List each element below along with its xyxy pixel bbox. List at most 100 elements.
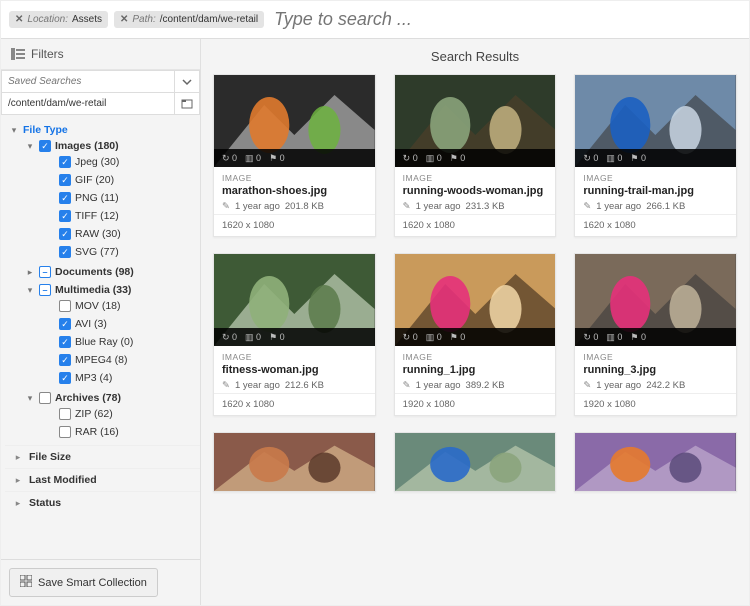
asset-thumbnail[interactable]: ↻ 0 ▥ 0 ⚑ 0 — [575, 75, 736, 167]
asset-card[interactable]: ↻ 0 ▥ 0 ⚑ 0 — [394, 432, 557, 492]
facet-images-option[interactable]: ✓ PNG (11) — [45, 191, 200, 205]
close-icon[interactable]: ✕ — [15, 14, 23, 25]
checkbox-archives[interactable] — [39, 392, 51, 404]
views-icon[interactable]: ▥ 0 — [426, 332, 442, 343]
views-icon[interactable]: ▥ 0 — [606, 332, 622, 343]
checkbox[interactable]: ✓ — [59, 192, 71, 204]
tag-icon[interactable]: ⚑ 0 — [269, 153, 285, 164]
omnisearch-input[interactable] — [270, 7, 741, 32]
checkbox-documents[interactable]: – — [39, 266, 51, 278]
asset-meta: ✎ 1 year ago 242.2 KB — [583, 380, 728, 391]
asset-dimensions: 1620 x 1080 — [214, 393, 375, 415]
asset-type-label: IMAGE — [222, 352, 367, 362]
saved-searches-dropdown[interactable] — [174, 70, 200, 93]
facet-archives[interactable]: ▾ Archives (78) — [25, 391, 200, 405]
checkbox[interactable]: ✓ — [59, 354, 71, 366]
facet-images[interactable]: ▾ ✓ Images (180) — [25, 139, 200, 153]
checkbox[interactable]: ✓ — [59, 228, 71, 240]
asset-dimensions: 1920 x 1080 — [395, 393, 556, 415]
chevron-down-icon: ▾ — [25, 285, 35, 296]
edit-icon: ✎ — [222, 380, 230, 391]
checkbox[interactable]: ✓ — [59, 336, 71, 348]
checkbox[interactable] — [59, 300, 71, 312]
checkbox[interactable] — [59, 426, 71, 438]
checkbox[interactable]: ✓ — [59, 210, 71, 222]
tag-icon[interactable]: ⚑ 0 — [630, 153, 646, 164]
asset-card[interactable]: ↻ 0 ▥ 0 ⚑ 0 IMAGE fitness-woman.jpg ✎ 1 … — [213, 253, 376, 416]
asset-card[interactable]: ↻ 0 ▥ 0 ⚑ 0 IMAGE running_3.jpg ✎ 1 year… — [574, 253, 737, 416]
asset-filename: running-trail-man.jpg — [583, 185, 728, 197]
path-input[interactable] — [1, 93, 174, 115]
asset-thumbnail[interactable]: ↻ 0 ▥ 0 ⚑ 0 — [395, 75, 556, 167]
checkbox-images[interactable]: ✓ — [39, 140, 51, 152]
refresh-icon[interactable]: ↻ 0 — [583, 153, 598, 164]
asset-card[interactable]: ↻ 0 ▥ 0 ⚑ 0 IMAGE marathon-shoes.jpg ✎ 1… — [213, 74, 376, 237]
checkbox[interactable]: ✓ — [59, 318, 71, 330]
views-icon[interactable]: ▥ 0 — [245, 332, 261, 343]
tag-icon[interactable]: ⚑ 0 — [450, 153, 466, 164]
views-icon[interactable]: ▥ 0 — [426, 153, 442, 164]
asset-card[interactable]: ↻ 0 ▥ 0 ⚑ 0 IMAGE running-trail-man.jpg … — [574, 74, 737, 237]
refresh-icon[interactable]: ↻ 0 — [403, 153, 418, 164]
asset-thumbnail[interactable]: ↻ 0 ▥ 0 ⚑ 0 — [575, 254, 736, 346]
path-picker-button[interactable] — [174, 93, 200, 115]
tag-icon[interactable]: ⚑ 0 — [450, 332, 466, 343]
facet-file-type[interactable]: ▾ File Type — [5, 123, 200, 137]
asset-thumbnail[interactable]: ↻ 0 ▥ 0 ⚑ 0 — [214, 433, 375, 491]
tag-icon[interactable]: ⚑ 0 — [630, 332, 646, 343]
refresh-icon[interactable]: ↻ 0 — [583, 332, 598, 343]
facet-section[interactable]: ▸ File Size — [5, 445, 200, 468]
refresh-icon[interactable]: ↻ 0 — [222, 332, 237, 343]
facet-archives-option[interactable]: RAR (16) — [45, 425, 200, 439]
chevron-down-icon: ▾ — [25, 393, 35, 404]
refresh-icon[interactable]: ↻ 0 — [222, 153, 237, 164]
checkbox-multimedia[interactable]: – — [39, 284, 51, 296]
asset-thumbnail[interactable]: ↻ 0 ▥ 0 ⚑ 0 — [214, 75, 375, 167]
asset-card[interactable]: ↻ 0 ▥ 0 ⚑ 0 IMAGE running_1.jpg ✎ 1 year… — [394, 253, 557, 416]
grid-icon — [20, 575, 32, 590]
facet-section[interactable]: ▸ Status — [5, 491, 200, 514]
filters-label: Filters — [31, 47, 64, 61]
facet-multimedia[interactable]: ▾ – Multimedia (33) — [25, 283, 200, 297]
results-title: Search Results — [201, 39, 749, 70]
facet-multimedia-option[interactable]: ✓ MPEG4 (8) — [45, 353, 200, 367]
facet-archives-option[interactable]: ZIP (62) — [45, 407, 200, 421]
checkbox[interactable]: ✓ — [59, 174, 71, 186]
facet-multimedia-option[interactable]: ✓ MP3 (4) — [45, 371, 200, 385]
facet-section[interactable]: ▸ Last Modified — [5, 468, 200, 491]
checkbox[interactable]: ✓ — [59, 246, 71, 258]
filters-sidebar: Filters ▾ File Type — [1, 39, 201, 605]
views-icon[interactable]: ▥ 0 — [606, 153, 622, 164]
asset-card[interactable]: ↻ 0 ▥ 0 ⚑ 0 — [574, 432, 737, 492]
facet-images-option[interactable]: ✓ GIF (20) — [45, 173, 200, 187]
asset-card[interactable]: ↻ 0 ▥ 0 ⚑ 0 — [213, 432, 376, 492]
filter-tag[interactable]: ✕ Location: Assets — [9, 11, 108, 28]
facet-images-option[interactable]: ✓ SVG (77) — [45, 245, 200, 259]
facet-images-option[interactable]: ✓ TIFF (12) — [45, 209, 200, 223]
facet-multimedia-option[interactable]: ✓ AVI (3) — [45, 317, 200, 331]
facet-images-option[interactable]: ✓ Jpeg (30) — [45, 155, 200, 169]
tag-icon[interactable]: ⚑ 0 — [269, 332, 285, 343]
facet-images-option[interactable]: ✓ RAW (30) — [45, 227, 200, 241]
facet-documents[interactable]: ▸ – Documents (98) — [25, 265, 200, 279]
saved-searches-input[interactable] — [1, 70, 174, 93]
views-icon[interactable]: ▥ 0 — [245, 153, 261, 164]
asset-card[interactable]: ↻ 0 ▥ 0 ⚑ 0 IMAGE running-woods-woman.jp… — [394, 74, 557, 237]
checkbox[interactable]: ✓ — [59, 372, 71, 384]
edit-icon: ✎ — [403, 201, 411, 212]
asset-thumbnail[interactable]: ↻ 0 ▥ 0 ⚑ 0 — [214, 254, 375, 346]
results-grid: ↻ 0 ▥ 0 ⚑ 0 IMAGE marathon-shoes.jpg ✎ 1… — [201, 70, 749, 605]
asset-thumbnail[interactable]: ↻ 0 ▥ 0 ⚑ 0 — [395, 433, 556, 491]
refresh-icon[interactable]: ↻ 0 — [403, 332, 418, 343]
checkbox[interactable] — [59, 408, 71, 420]
checkbox[interactable]: ✓ — [59, 156, 71, 168]
facet-multimedia-option[interactable]: ✓ Blue Ray (0) — [45, 335, 200, 349]
asset-thumbnail[interactable]: ↻ 0 ▥ 0 ⚑ 0 — [395, 254, 556, 346]
filter-tag[interactable]: ✕ Path: /content/dam/we-retail — [114, 11, 264, 28]
asset-thumbnail[interactable]: ↻ 0 ▥ 0 ⚑ 0 — [575, 433, 736, 491]
save-smart-collection-button[interactable]: Save Smart Collection — [9, 568, 158, 597]
edit-icon: ✎ — [583, 380, 591, 391]
rail-toggle-icon[interactable] — [11, 48, 25, 60]
close-icon[interactable]: ✕ — [120, 14, 128, 25]
facet-multimedia-option[interactable]: MOV (18) — [45, 299, 200, 313]
